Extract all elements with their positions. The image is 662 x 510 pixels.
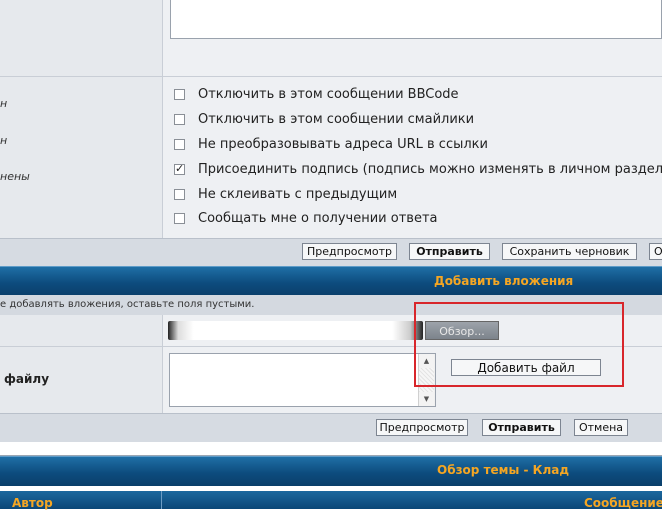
column-divider — [161, 491, 162, 509]
attachments-hint: е добавлять вложения, оставьте поля пуст… — [0, 299, 255, 310]
option-label-2: н — [0, 134, 8, 147]
scroll-down-icon[interactable]: ▼ — [419, 392, 434, 406]
submit-toolbar-2 — [0, 413, 662, 443]
preview-button-2[interactable]: Предпросмотр — [376, 419, 468, 436]
attachments-title: Добавить вложения — [434, 274, 574, 288]
checkbox-label-bbcode: Отключить в этом сообщении BBCode — [198, 87, 459, 102]
highlight-box — [414, 302, 624, 387]
message-textarea[interactable] — [170, 0, 662, 39]
checkbox-label-smilies: Отключить в этом сообщении смайлики — [198, 112, 475, 127]
preview-button[interactable]: Предпросмотр — [302, 243, 397, 260]
checkbox-notify-reply[interactable] — [174, 213, 185, 224]
checkbox-disable-bbcode[interactable] — [174, 89, 185, 100]
spacer — [0, 442, 662, 456]
file-input[interactable] — [168, 321, 423, 340]
file-row-left — [0, 315, 162, 346]
submit-button-2[interactable]: Отправить — [482, 419, 561, 436]
more-button[interactable]: О — [649, 243, 662, 260]
option-label-3: нены — [0, 170, 30, 183]
review-column-header — [0, 491, 662, 509]
checkbox-label-notify: Сообщать мне о получении ответа — [198, 211, 438, 226]
option-label-1: н — [0, 97, 8, 110]
checkbox-disable-smilies[interactable] — [174, 114, 185, 125]
message-column-title: Сообщение — [584, 496, 662, 510]
checkbox-label-signature: Присоединить подпись (подпись можно изме… — [198, 162, 662, 177]
file-comment-label: файлу — [4, 372, 50, 386]
checkbox-disable-urls[interactable] — [174, 139, 185, 150]
checkbox-label-urls: Не преобразовывать адреса URL в ссылки — [198, 137, 488, 152]
file-comment-textarea[interactable]: ▲ ▼ — [169, 353, 436, 407]
topic-review-title: Обзор темы - Клад — [437, 463, 570, 477]
author-column-title: Автор — [12, 496, 53, 510]
options-left-panel — [0, 77, 162, 238]
submit-button[interactable]: Отправить — [409, 243, 490, 260]
checkbox-label-no-merge: Не склеивать с предыдущим — [198, 187, 398, 202]
cancel-button[interactable]: Отмена — [574, 419, 628, 436]
checkbox-attach-signature[interactable] — [174, 162, 185, 175]
message-left-panel — [0, 0, 162, 76]
save-draft-button[interactable]: Сохранить черновик — [502, 243, 637, 260]
checkbox-no-merge[interactable] — [174, 189, 185, 200]
